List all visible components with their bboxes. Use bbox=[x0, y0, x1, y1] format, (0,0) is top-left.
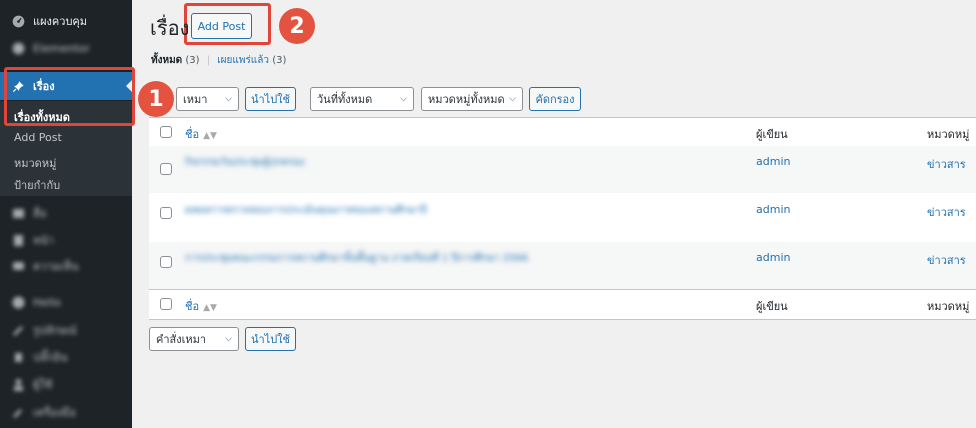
post-author-link[interactable]: admin bbox=[756, 155, 790, 168]
plug-icon bbox=[11, 350, 25, 364]
wrench-icon bbox=[11, 405, 25, 419]
sort-icon: ▲▼ bbox=[203, 131, 217, 141]
post-category-link[interactable]: ข่าวสาร bbox=[927, 203, 966, 221]
chevron-down-icon: ⌵ bbox=[225, 94, 232, 104]
sidebar-item-elementor[interactable]: Elementor bbox=[0, 36, 132, 60]
sidebar-item-appearance[interactable]: รูปลักษณ์ bbox=[0, 318, 132, 342]
theme-icon bbox=[11, 295, 25, 309]
sidebar-item-label: สื่อ bbox=[33, 207, 47, 220]
sort-icon: ▲▼ bbox=[203, 303, 217, 313]
row-checkbox[interactable] bbox=[160, 256, 172, 268]
apply-button-top[interactable]: นำไปใช้ bbox=[245, 87, 296, 111]
comments-icon bbox=[11, 259, 25, 273]
bulk-action-value: เหมา bbox=[183, 93, 208, 106]
column-author-header: ผู้เขียน bbox=[756, 128, 788, 141]
category-filter-select[interactable]: หมวดหมู่ทั้งหมด ⌵ bbox=[421, 87, 523, 111]
post-author-link[interactable]: admin bbox=[756, 203, 790, 216]
column-title-label: ชื่อ bbox=[185, 300, 200, 313]
bulk-action-select-top[interactable]: เหมา ⌵ bbox=[176, 87, 239, 111]
table-row: ผลผลการตรวจสอบการประเมินคุณภาพของสถานศึก… bbox=[149, 193, 976, 242]
pages-icon bbox=[11, 233, 25, 247]
filter-published[interactable]: เผยแพร่แล้ว bbox=[217, 55, 269, 66]
table-row: กิจกรรมวันประชุมผู้ปกครอง admin ข่าวสาร bbox=[149, 146, 976, 193]
admin-sidebar: แผงควบคุม Elementor เรื่อง เรื่องทั้งหมด… bbox=[0, 0, 132, 428]
post-category-link[interactable]: ข่าวสาร bbox=[927, 155, 966, 173]
post-status-filters: ทั้งหมด (3) | เผยแพร่แล้ว (3) bbox=[151, 53, 286, 68]
brush-icon bbox=[11, 323, 25, 337]
sidebar-item-label: ปลั๊กอิน bbox=[33, 351, 68, 364]
highlight-posts-menu bbox=[4, 67, 135, 126]
post-title-link[interactable]: กิจกรรมวันประชุมผู้ปกครอง bbox=[185, 155, 304, 170]
post-author-link[interactable]: admin bbox=[756, 251, 790, 264]
column-category-footer: หมวดหมู่ bbox=[927, 300, 970, 313]
submenu-tags[interactable]: ป้ายกำกับ bbox=[14, 176, 60, 194]
sidebar-item-plugins[interactable]: ปลั๊กอิน bbox=[0, 345, 132, 369]
sidebar-item-label: เครื่องมือ bbox=[33, 406, 76, 419]
sidebar-item-users[interactable]: ผู้ใช้ bbox=[0, 372, 132, 396]
bulk-action-select-bottom[interactable]: คำสั่งเหมา ⌵ bbox=[149, 327, 239, 351]
filter-all[interactable]: ทั้งหมด bbox=[151, 55, 182, 66]
category-filter-value: หมวดหมู่ทั้งหมด bbox=[428, 93, 505, 106]
sidebar-item-label: หน้า bbox=[33, 234, 54, 247]
sidebar-item-label: ผู้ใช้ bbox=[33, 378, 53, 391]
filter-all-count: (3) bbox=[185, 55, 200, 66]
apply-button-bottom[interactable]: นำไปใช้ bbox=[245, 327, 296, 351]
table-header-row: ชื่อ ▲▼ ผู้เขียน หมวดหมู่ bbox=[149, 118, 976, 146]
post-category-link[interactable]: ข่าวสาร bbox=[927, 251, 966, 269]
sidebar-item-label: แผงควบคุม bbox=[33, 15, 88, 28]
sidebar-item-label: Hello bbox=[33, 295, 61, 309]
row-checkbox[interactable] bbox=[160, 163, 172, 175]
filter-separator: | bbox=[206, 55, 211, 66]
sidebar-item-pages[interactable]: หน้า bbox=[0, 228, 132, 252]
page-title: เรื่อง bbox=[150, 16, 190, 40]
step-badge-2: 2 bbox=[279, 8, 315, 44]
dashboard-icon bbox=[11, 14, 25, 28]
posts-table: ชื่อ ▲▼ ผู้เขียน หมวดหมู่ กิจกรรมวันประชุ… bbox=[149, 117, 976, 320]
sidebar-item-label: ความเห็น bbox=[33, 260, 79, 273]
select-all-checkbox[interactable] bbox=[160, 126, 172, 138]
chevron-down-icon: ⌵ bbox=[400, 94, 407, 104]
submenu-add-post[interactable]: Add Post bbox=[14, 131, 62, 144]
column-category-header: หมวดหมู่ bbox=[927, 128, 970, 141]
sidebar-item-media[interactable]: สื่อ bbox=[0, 201, 132, 225]
add-post-button[interactable]: Add Post bbox=[191, 13, 252, 39]
chevron-down-icon: ⌵ bbox=[509, 94, 516, 104]
media-icon bbox=[11, 206, 25, 220]
sidebar-item-theme[interactable]: Hello bbox=[0, 290, 132, 314]
table-row: การประชุมคณะกรรมการสถานศึกษาขั้นพื้นฐาน … bbox=[149, 242, 976, 289]
submenu-categories[interactable]: หมวดหมู่ bbox=[14, 154, 56, 172]
date-filter-value: วันที่ทั้งหมด bbox=[317, 93, 373, 106]
sidebar-item-dashboard[interactable]: แผงควบคุม bbox=[0, 9, 132, 33]
select-all-checkbox-footer[interactable] bbox=[160, 298, 172, 310]
bulk-action-value: คำสั่งเหมา bbox=[156, 333, 207, 346]
table-footer-row: ชื่อ ▲▼ ผู้เขียน หมวดหมู่ bbox=[149, 289, 976, 320]
sidebar-item-label: Elementor bbox=[33, 41, 90, 55]
sidebar-item-label: รูปลักษณ์ bbox=[33, 324, 77, 337]
column-title-header[interactable]: ชื่อ ▲▼ bbox=[185, 125, 217, 143]
sidebar-item-comments[interactable]: ความเห็น bbox=[0, 254, 132, 278]
column-author-footer: ผู้เขียน bbox=[756, 300, 788, 313]
post-title-link[interactable]: การประชุมคณะกรรมการสถานศึกษาขั้นพื้นฐาน … bbox=[185, 251, 528, 266]
column-title-label: ชื่อ bbox=[185, 128, 200, 141]
row-checkbox[interactable] bbox=[160, 207, 172, 219]
elementor-icon bbox=[11, 41, 25, 55]
step-badge-1: 1 bbox=[138, 81, 174, 117]
user-icon bbox=[11, 377, 25, 391]
filter-published-count: (3) bbox=[272, 55, 287, 66]
filter-button[interactable]: คัดกรอง bbox=[529, 87, 581, 111]
chevron-down-icon: ⌵ bbox=[225, 334, 232, 344]
sidebar-item-tools[interactable]: เครื่องมือ bbox=[0, 400, 132, 424]
column-title-footer[interactable]: ชื่อ ▲▼ bbox=[185, 297, 217, 315]
date-filter-select[interactable]: วันที่ทั้งหมด ⌵ bbox=[310, 87, 414, 111]
post-title-link[interactable]: ผลผลการตรวจสอบการประเมินคุณภาพของสถานศึก… bbox=[185, 203, 427, 218]
